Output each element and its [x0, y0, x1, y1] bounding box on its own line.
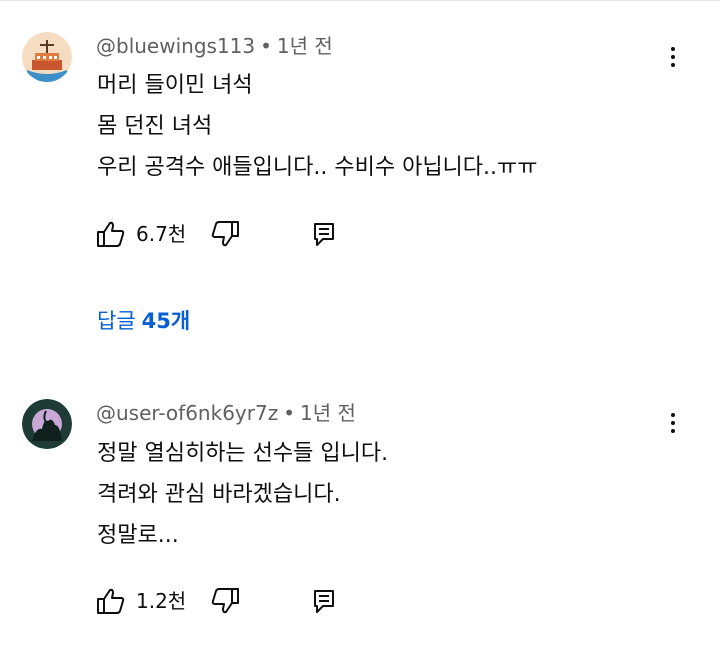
thumbs-up-icon: [97, 221, 125, 247]
timestamp[interactable]: 1년 전: [277, 34, 333, 58]
more-vert-icon: [671, 47, 675, 51]
avatar[interactable]: [22, 32, 72, 82]
timestamp[interactable]: 1년 전: [300, 401, 356, 425]
separator: •: [260, 34, 272, 58]
comment-text-line: 정말 열심히하는 선수들 입니다.: [97, 441, 389, 466]
reply-icon: [314, 223, 334, 246]
username[interactable]: @bluewings113: [96, 34, 255, 58]
replies-label: 답글: [97, 309, 136, 333]
more-vert-icon: [671, 413, 675, 417]
reply-icon: [314, 590, 334, 613]
comment-text-line: 몸 던진 녀석: [97, 114, 213, 139]
like-button[interactable]: [96, 220, 128, 248]
replies-count: 45개: [141, 309, 191, 333]
reply-button[interactable]: [312, 220, 338, 248]
comment-text-line: 정말로...: [97, 523, 179, 548]
comment-meta: @bluewings113 • 1년 전: [96, 34, 333, 58]
comment-text-line: 격려와 관심 바라겠습니다.: [97, 482, 341, 507]
comment-text-line: 우리 공격수 애들입니다.. 수비수 아닙니다..ㅠㅠ: [97, 155, 538, 180]
comment-text-line: 머리 들이민 녀석: [97, 73, 253, 98]
thumbs-down-icon: [211, 588, 239, 614]
divider: [0, 0, 720, 5]
like-count: 6.7천: [136, 222, 187, 246]
username[interactable]: @user-of6nk6yr7z: [96, 401, 278, 425]
comment-menu-button[interactable]: [660, 42, 686, 72]
reply-button[interactable]: [312, 587, 338, 615]
dislike-button[interactable]: [210, 587, 242, 615]
comment-meta: @user-of6nk6yr7z • 1년 전: [96, 401, 356, 425]
thumbs-down-icon: [211, 221, 239, 247]
separator: •: [283, 401, 295, 425]
thumbs-up-icon: [97, 588, 125, 614]
comment-menu-button[interactable]: [660, 408, 686, 438]
like-count: 1.2천: [136, 589, 187, 613]
like-button[interactable]: [96, 587, 128, 615]
view-replies-button[interactable]: 답글 45개: [97, 308, 190, 334]
avatar[interactable]: [22, 399, 72, 449]
dislike-button[interactable]: [210, 220, 242, 248]
